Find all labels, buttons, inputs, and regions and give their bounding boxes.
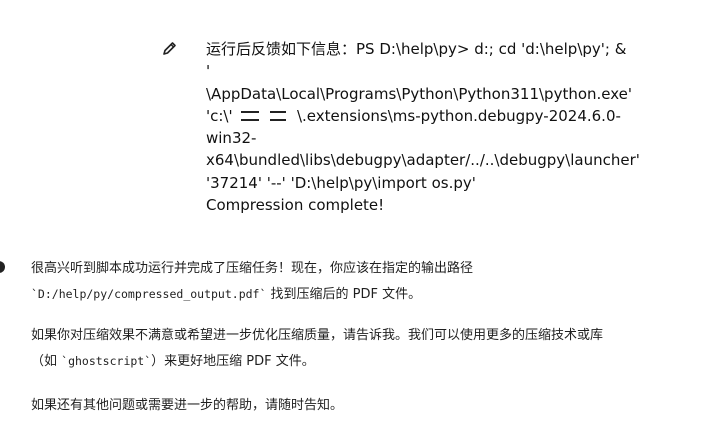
user-line: 'c:\' \.extensions\ms-python.debugpy-202… <box>206 106 621 125</box>
user-line: \AppData\Local\Programs\Python\Python311… <box>206 84 633 103</box>
user-line: '37214' '--' 'D:\help\py\import os.py' <box>206 173 476 192</box>
user-line: ' <box>206 62 211 81</box>
inline-code: `D:/help/py/compressed_output.pdf` <box>31 286 267 301</box>
inline-code: `ghostscript` <box>61 353 152 368</box>
user-message-text: 运行后反馈如下信息：PS D:\help\py> d:; cd 'd:\help… <box>206 38 696 216</box>
reply-paragraph: 很高兴听到脚本成功运行并完成了压缩任务！现在，你应该在指定的输出路径 `D:/h… <box>31 256 681 307</box>
redaction-mark <box>241 111 260 122</box>
assistant-avatar <box>0 261 5 273</box>
user-line: 运行后反馈如下信息：PS D:\help\py> d:; cd 'd:\help… <box>206 40 627 58</box>
user-line: Compression complete! <box>206 196 385 215</box>
reply-text: （如 `ghostscript`）来更好地压缩 PDF 文件。 <box>31 353 315 369</box>
redaction-mark <box>270 111 287 122</box>
user-line: x64\bundled\libs\debugpy\adapter/../..\d… <box>206 151 640 170</box>
pencil-icon[interactable] <box>160 40 178 58</box>
reply-paragraph: 如果还有其他问题或需要进一步的帮助，请随时告知。 <box>31 393 681 419</box>
reply-paragraph: 如果你对压缩效果不满意或希望进一步优化压缩质量，请告诉我。我们可以使用更多的压缩… <box>31 323 681 374</box>
reply-text: `D:/help/py/compressed_output.pdf` 找到压缩后… <box>31 286 422 302</box>
user-line: win32- <box>206 129 257 148</box>
reply-text: 很高兴听到脚本成功运行并完成了压缩任务！现在，你应该在指定的输出路径 <box>31 261 474 276</box>
reply-text: 如果你对压缩效果不满意或希望进一步优化压缩质量，请告诉我。我们可以使用更多的压缩… <box>31 328 604 343</box>
reply-text: 如果还有其他问题或需要进一步的帮助，请随时告知。 <box>31 398 344 413</box>
